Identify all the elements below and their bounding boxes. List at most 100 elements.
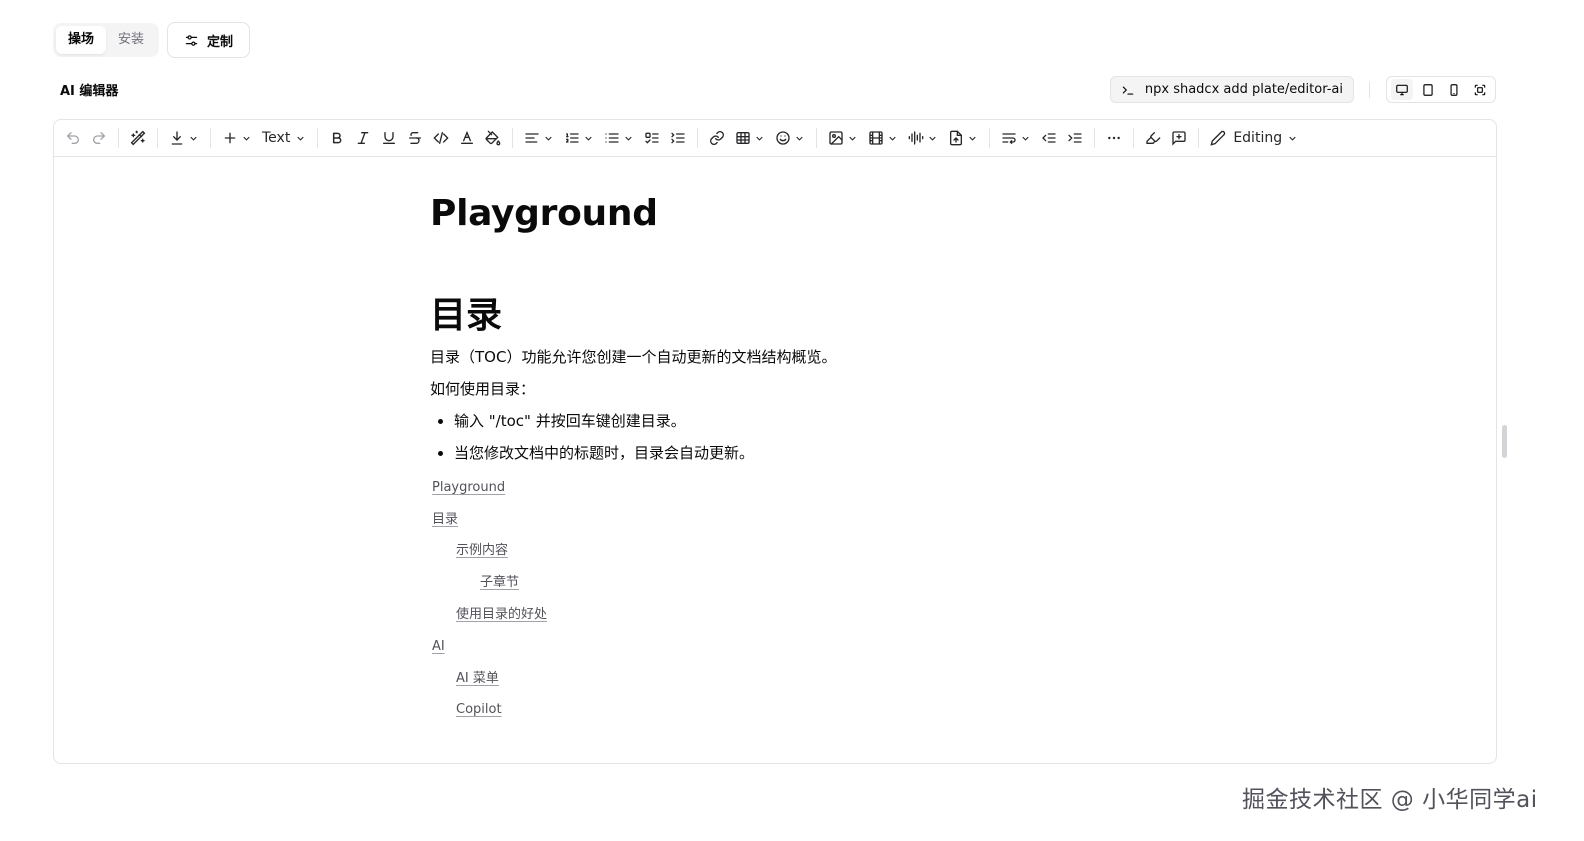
bold-button[interactable] <box>324 124 350 152</box>
divider <box>1094 128 1096 148</box>
page-title: AI 编辑器 <box>60 84 119 99</box>
film-icon <box>869 131 883 145</box>
divider <box>989 128 991 148</box>
image-dropdown[interactable] <box>823 124 863 152</box>
watermark: 掘金技术社区 @ 小华同学ai <box>1242 787 1538 813</box>
customize-button[interactable]: 定制 <box>167 22 251 58</box>
scrollbar-thumb[interactable] <box>1502 425 1507 458</box>
code-button[interactable] <box>428 124 454 152</box>
audio-dropdown[interactable] <box>903 124 943 152</box>
chevron-down-icon <box>297 136 304 141</box>
toc-entry[interactable]: Copilot <box>430 700 1330 720</box>
redo-icon <box>93 132 106 144</box>
outdent-button[interactable] <box>1036 124 1062 152</box>
strikethrough-button[interactable] <box>402 124 428 152</box>
toc-link[interactable]: 示例内容 <box>456 543 508 558</box>
list-item: 当您修改文档中的标题时，目录会自动更新。 <box>454 440 1330 466</box>
list-ordered-icon <box>566 133 579 143</box>
toc-entry[interactable]: 使用目录的好处 <box>430 605 1330 625</box>
redo-button[interactable] <box>86 124 112 152</box>
todo-list-button[interactable] <box>639 124 665 152</box>
toc-entry[interactable]: 子章节 <box>430 573 1330 593</box>
highlight-button[interactable] <box>1140 124 1166 152</box>
chevron-down-icon <box>625 136 632 141</box>
italic-button[interactable] <box>350 124 376 152</box>
smile-icon <box>776 131 790 145</box>
toc-link[interactable]: AI 菜单 <box>456 671 499 686</box>
chevron-down-icon <box>585 136 592 141</box>
toc-entry[interactable]: AI <box>430 637 1330 657</box>
align-dropdown[interactable] <box>519 124 559 152</box>
ai-button[interactable] <box>125 124 151 152</box>
editor: Text Editing Playground 目录 目录（TOC）功能允许您创… <box>53 119 1497 764</box>
chevron-down-icon <box>929 136 936 141</box>
line-height-dropdown[interactable] <box>996 124 1036 152</box>
divider <box>210 128 211 148</box>
toc-link[interactable]: AI <box>432 639 445 654</box>
chevron-down-icon <box>1289 136 1296 141</box>
wrap-text-icon <box>1002 133 1016 144</box>
toc-link[interactable]: 目录 <box>432 512 458 527</box>
mode-label: Editing <box>1233 130 1283 146</box>
toc-link[interactable]: 使用目录的好处 <box>456 607 547 622</box>
toc-link[interactable]: 子章节 <box>480 575 519 590</box>
strikethrough-icon <box>409 132 422 144</box>
toolbar: Text Editing <box>54 120 1496 157</box>
undo-button[interactable] <box>60 124 86 152</box>
toc-entry[interactable]: Playground <box>430 478 1330 498</box>
terminal-icon <box>1122 86 1134 95</box>
tab-playground[interactable]: 操场 <box>56 26 107 54</box>
paragraph: 目录（TOC）功能允许您创建一个自动更新的文档结构概览。 <box>430 348 837 366</box>
mode-dropdown[interactable]: Editing <box>1205 124 1303 152</box>
indent-button[interactable] <box>1062 124 1088 152</box>
toggle-button[interactable] <box>665 124 691 152</box>
toc-entry[interactable]: 示例内容 <box>430 541 1330 561</box>
turn-into-dropdown[interactable]: Text <box>257 124 311 152</box>
tablet-icon <box>1423 83 1433 96</box>
comment-button[interactable] <box>1166 124 1192 152</box>
toc-entry[interactable]: AI 菜单 <box>430 669 1330 689</box>
font-color-button[interactable] <box>454 124 480 152</box>
emoji-dropdown[interactable] <box>770 124 810 152</box>
toc-entry[interactable]: 目录 <box>430 510 1330 530</box>
divider <box>118 128 119 148</box>
tab-install[interactable]: 安装 <box>106 26 156 54</box>
divider <box>1198 128 1200 148</box>
tablet-view-button[interactable] <box>1417 79 1439 100</box>
divider <box>816 128 818 148</box>
highlight-color-button[interactable] <box>480 124 506 152</box>
editor-content[interactable]: Playground 目录 目录（TOC）功能允许您创建一个自动更新的文档结构概… <box>430 192 1330 720</box>
view-segment: 操场 安装 <box>53 23 160 57</box>
desktop-view-button[interactable] <box>1391 79 1413 100</box>
indent-icon <box>1068 133 1082 143</box>
divider <box>317 128 319 148</box>
turn-into-label: Text <box>262 130 291 146</box>
file-up-icon <box>950 130 963 146</box>
fullscreen-button[interactable] <box>1469 79 1491 100</box>
table-of-contents: Playground 目录 示例内容 子章节 使用目录的好处 AI AI 菜单 … <box>430 478 1330 721</box>
paragraph: 如何使用目录： <box>430 380 536 398</box>
video-dropdown[interactable] <box>863 124 903 152</box>
toc-heading: 目录 <box>430 295 503 336</box>
numbered-list-button[interactable] <box>559 124 599 152</box>
table-dropdown[interactable] <box>730 124 770 152</box>
file-dropdown[interactable] <box>943 124 983 152</box>
link-button[interactable] <box>704 124 730 152</box>
sliders-icon <box>185 34 198 46</box>
undo-icon <box>66 132 79 144</box>
insert-button[interactable] <box>217 124 257 152</box>
underline-button[interactable] <box>376 124 402 152</box>
bulleted-list-button[interactable] <box>599 124 639 152</box>
toc-link[interactable]: Playground <box>432 480 505 495</box>
install-command[interactable]: npx shadcx add plate/editor-ai <box>1109 76 1354 103</box>
export-button[interactable] <box>164 124 204 152</box>
chevron-down-icon <box>545 136 552 141</box>
divider <box>1133 128 1135 148</box>
more-button[interactable] <box>1101 124 1127 152</box>
smartphone-icon <box>1450 83 1458 96</box>
toc-link[interactable]: Copilot <box>456 702 502 717</box>
divider <box>1369 82 1370 98</box>
mobile-view-button[interactable] <box>1443 79 1465 100</box>
ellipsis-icon <box>1108 136 1121 140</box>
list-collapse-icon <box>671 132 685 144</box>
